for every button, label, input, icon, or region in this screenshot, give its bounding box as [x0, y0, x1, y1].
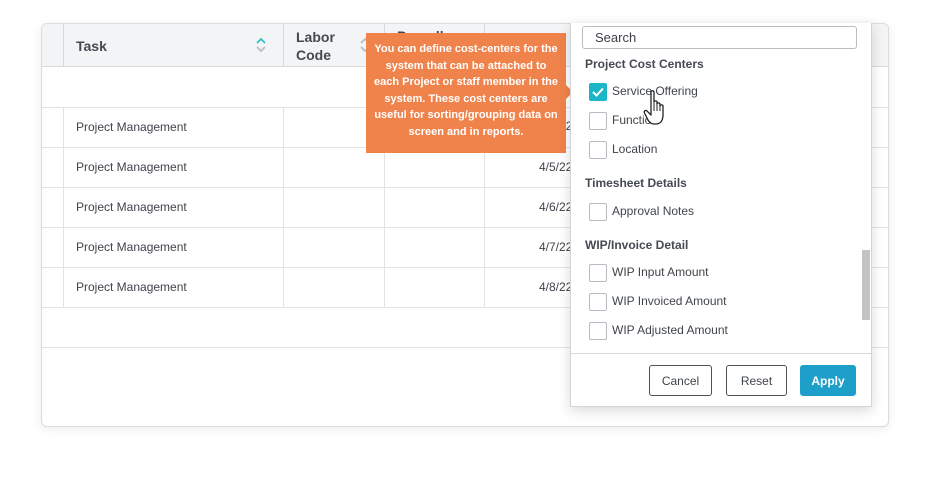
section-title-project-cost-centers: Project Cost Centers: [585, 57, 704, 71]
checkbox[interactable]: [589, 141, 607, 159]
checkbox[interactable]: [589, 264, 607, 282]
column-header-label: Labor Code: [296, 29, 335, 63]
checkbox-checked[interactable]: [589, 83, 607, 101]
search-input[interactable]: [582, 26, 857, 49]
labor-code-cell: [283, 228, 384, 268]
task-cell: Project Management: [63, 148, 283, 188]
hand-pointer-icon: [643, 90, 664, 125]
payroll-cell: [384, 148, 484, 188]
checkbox[interactable]: [589, 293, 607, 311]
column-header-label: Task: [76, 38, 107, 54]
divider: [571, 353, 871, 354]
apply-button[interactable]: Apply: [800, 365, 856, 396]
option-label: WIP Input Amount: [612, 265, 709, 279]
option-location[interactable]: Location: [589, 141, 839, 159]
option-wip-invoiced-amount[interactable]: WIP Invoiced Amount: [589, 293, 839, 311]
option-wip-input-amount[interactable]: WIP Input Amount: [589, 264, 839, 282]
task-cell: Project Management: [63, 228, 283, 268]
checkmark-icon: [592, 87, 604, 97]
option-label: WIP Invoiced Amount: [612, 294, 727, 308]
checkbox[interactable]: [589, 322, 607, 340]
checkbox[interactable]: [589, 112, 607, 130]
task-cell: Project Management: [63, 188, 283, 228]
column-picker-dropdown: Project Cost Centers Service Offering Fu…: [570, 23, 872, 407]
scrollbar-thumb[interactable]: [862, 250, 870, 320]
option-label: Location: [612, 142, 658, 156]
option-function[interactable]: Function: [589, 112, 839, 130]
sort-icon[interactable]: [256, 37, 266, 53]
payroll-cell: [384, 268, 484, 308]
cost-center-tooltip: You can define cost-centers for the syst…: [366, 33, 573, 153]
section-title-timesheet-details: Timesheet Details: [585, 176, 687, 190]
cancel-button[interactable]: Cancel: [649, 365, 712, 396]
checkbox[interactable]: [589, 203, 607, 221]
labor-code-cell: [283, 268, 384, 308]
column-header-task[interactable]: Task: [63, 24, 283, 67]
labor-code-cell: [283, 188, 384, 228]
section-title-wip-invoice-detail: WIP/Invoice Detail: [585, 238, 689, 252]
option-label: Approval Notes: [612, 204, 695, 218]
option-label: WIP Adjusted Amount: [612, 323, 728, 337]
option-wip-adjusted-amount[interactable]: WIP Adjusted Amount: [589, 322, 839, 340]
option-service-offering[interactable]: Service Offering: [589, 83, 839, 101]
reset-button[interactable]: Reset: [726, 365, 787, 396]
labor-code-cell: [283, 148, 384, 188]
task-cell: Project Management: [63, 108, 283, 148]
payroll-cell: [384, 188, 484, 228]
task-cell: Project Management: [63, 268, 283, 308]
payroll-cell: [384, 228, 484, 268]
option-approval-notes[interactable]: Approval Notes: [589, 203, 839, 221]
